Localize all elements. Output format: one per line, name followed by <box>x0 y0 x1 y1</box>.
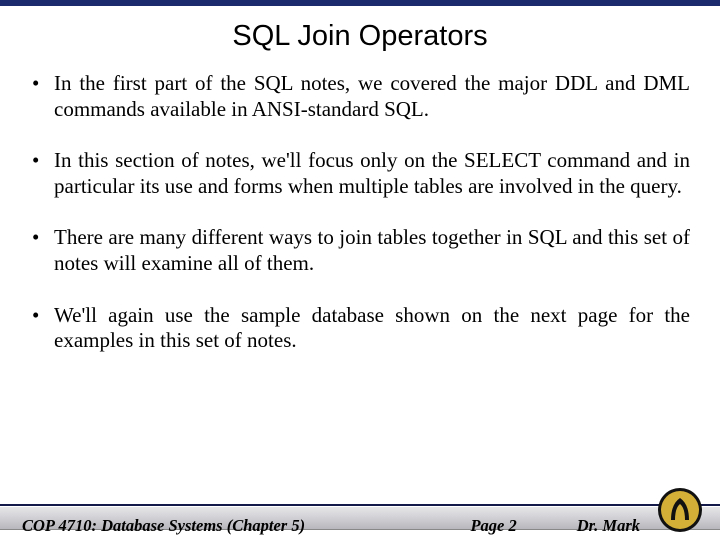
university-logo-icon <box>656 486 704 534</box>
slide-footer: COP 4710: Database Systems (Chapter 5) P… <box>0 494 720 540</box>
top-accent-bar <box>0 0 720 6</box>
bullet-item: We'll again use the sample database show… <box>28 303 690 354</box>
footer-page: Page 2 <box>470 516 516 536</box>
bullet-item: In the first part of the SQL notes, we c… <box>28 71 690 122</box>
slide-title: SQL Join Operators <box>0 20 720 53</box>
bullet-item: There are many different ways to join ta… <box>28 225 690 276</box>
bullet-list: In the first part of the SQL notes, we c… <box>28 71 690 354</box>
footer-row: COP 4710: Database Systems (Chapter 5) P… <box>0 512 720 540</box>
footer-course: COP 4710: Database Systems (Chapter 5) <box>22 516 305 536</box>
slide-body: In the first part of the SQL notes, we c… <box>0 71 720 354</box>
footer-author: Dr. Mark <box>577 516 640 536</box>
bullet-item: In this section of notes, we'll focus on… <box>28 148 690 199</box>
